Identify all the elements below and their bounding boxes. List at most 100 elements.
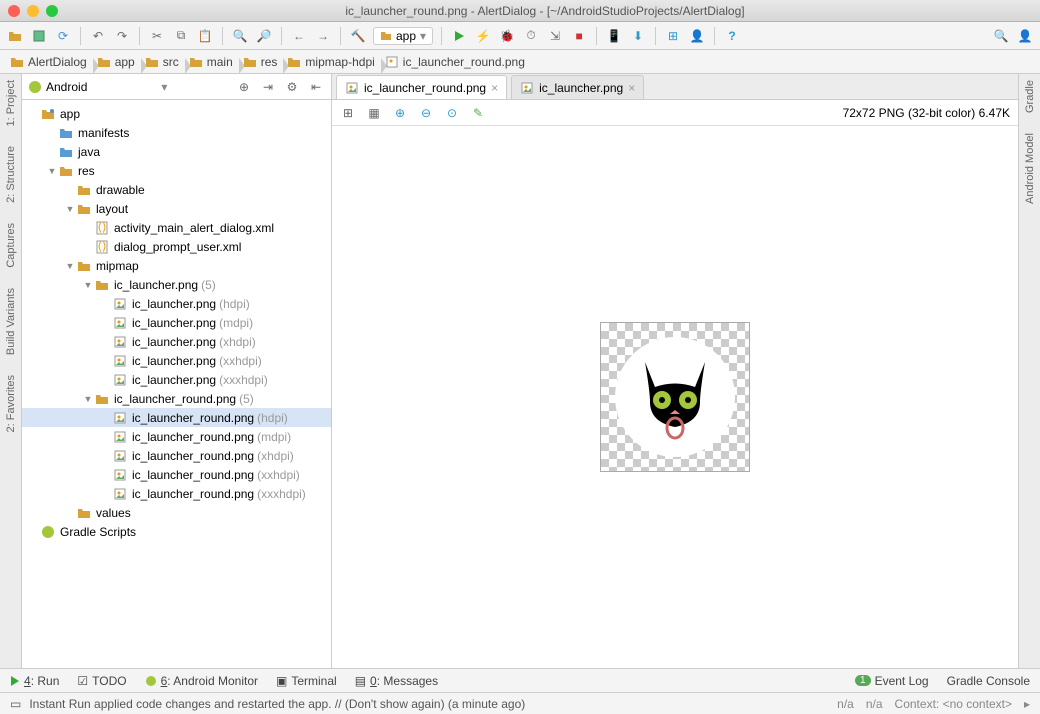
tree-node[interactable]: ▼ic_launcher.png(5) — [22, 275, 331, 294]
image-viewport[interactable] — [332, 126, 1018, 668]
tree-node[interactable]: ⟨⟩dialog_prompt_user.xml — [22, 237, 331, 256]
profile-icon[interactable]: ⏱ — [522, 27, 540, 45]
bottom-tool-item[interactable]: 6: Android Monitor — [145, 674, 258, 688]
make-icon[interactable]: 🔨 — [349, 27, 367, 45]
avd-icon[interactable]: 📱 — [605, 27, 623, 45]
bottom-tool-item[interactable]: ▣Terminal — [276, 674, 337, 688]
tree-node[interactable]: ic_launcher.png(xxxhdpi) — [22, 370, 331, 389]
zoom-window-button[interactable] — [46, 5, 58, 17]
replace-icon[interactable]: 🔎 — [255, 27, 273, 45]
copy-icon[interactable]: ⧉ — [172, 27, 190, 45]
cut-icon[interactable]: ✂ — [148, 27, 166, 45]
tree-twisty-icon[interactable]: ▼ — [46, 166, 58, 176]
status-menu-icon[interactable]: ▸ — [1024, 697, 1030, 711]
tree-twisty-icon[interactable]: ▼ — [64, 261, 76, 271]
undo-icon[interactable]: ↶ — [89, 27, 107, 45]
forward-icon[interactable]: → — [314, 27, 332, 45]
zoom-in-icon[interactable]: ⊕ — [392, 105, 408, 121]
close-window-button[interactable] — [8, 5, 20, 17]
bottom-tool-item[interactable]: ☑TODO — [77, 674, 126, 688]
save-icon[interactable] — [30, 27, 48, 45]
tool-strip-item[interactable]: Gradle — [1024, 80, 1036, 113]
bottom-tool-item[interactable]: 1Event Log — [855, 674, 929, 688]
tree-node[interactable]: java — [22, 142, 331, 161]
search-everywhere-icon[interactable]: 🔍 — [992, 27, 1010, 45]
tree-node[interactable]: ic_launcher.png(xhdpi) — [22, 332, 331, 351]
tree-node[interactable]: ic_launcher_round.png(xxhdpi) — [22, 465, 331, 484]
tree-node[interactable]: ic_launcher_round.png(xhdpi) — [22, 446, 331, 465]
tree-twisty-icon[interactable]: ▼ — [82, 394, 94, 404]
close-tab-icon[interactable]: × — [628, 81, 635, 95]
sdk-icon[interactable]: ⬇ — [629, 27, 647, 45]
breadcrumb-item[interactable]: AlertDialog — [6, 55, 93, 69]
tree-node[interactable]: values — [22, 503, 331, 522]
tree-twisty-icon[interactable]: ▼ — [64, 204, 76, 214]
grid2-icon[interactable]: ▦ — [366, 105, 382, 121]
target-icon[interactable]: ⊕ — [235, 78, 253, 96]
tree-node[interactable]: ic_launcher_round.png(hdpi) — [22, 408, 331, 427]
paste-icon[interactable]: 📋 — [196, 27, 214, 45]
breadcrumb-item[interactable]: mipmap-hdpi — [283, 55, 380, 69]
tree-node[interactable]: drawable — [22, 180, 331, 199]
theme-editor-icon[interactable]: 👤 — [688, 27, 706, 45]
zoom-fit-icon[interactable]: ⊙ — [444, 105, 460, 121]
back-icon[interactable]: ← — [290, 27, 308, 45]
tree-node[interactable]: ic_launcher.png(mdpi) — [22, 313, 331, 332]
editor-tab[interactable]: ic_launcher.png× — [511, 75, 644, 99]
open-icon[interactable] — [6, 27, 24, 45]
tree-node[interactable]: ⟨⟩activity_main_alert_dialog.xml — [22, 218, 331, 237]
breadcrumb-item[interactable]: ic_launcher_round.png — [381, 55, 531, 69]
grid-icon[interactable]: ⊞ — [340, 105, 356, 121]
tree-twisty-icon[interactable]: ▼ — [82, 280, 94, 290]
bottom-tool-item[interactable]: Gradle Console — [947, 674, 1030, 688]
redo-icon[interactable]: ↷ — [113, 27, 131, 45]
run-config-selector[interactable]: app ▾ — [373, 27, 433, 45]
collapse-icon[interactable]: ⇥ — [259, 78, 277, 96]
tree-node[interactable]: ic_launcher.png(xxhdpi) — [22, 351, 331, 370]
bottom-tool-item[interactable]: ▤0: Messages — [355, 674, 438, 688]
tree-node[interactable]: ic_launcher_round.png(mdpi) — [22, 427, 331, 446]
tool-strip-item[interactable]: 1: Project — [5, 80, 17, 126]
status-icon[interactable]: ▭ — [10, 697, 21, 711]
breadcrumb-item[interactable]: main — [185, 55, 239, 69]
hide-icon[interactable]: ⇤ — [307, 78, 325, 96]
stop-icon[interactable]: ■ — [570, 27, 588, 45]
tree-node[interactable]: ▼layout — [22, 199, 331, 218]
tree-node[interactable]: ▼ic_launcher_round.png(5) — [22, 389, 331, 408]
sync-icon[interactable]: ⟳ — [54, 27, 72, 45]
run-icon[interactable] — [450, 27, 468, 45]
attach-icon[interactable]: ⇲ — [546, 27, 564, 45]
layout-inspector-icon[interactable]: ⊞ — [664, 27, 682, 45]
tree-node[interactable]: app — [22, 104, 331, 123]
apply-changes-icon[interactable]: ⚡ — [474, 27, 492, 45]
tool-strip-item[interactable]: Captures — [5, 223, 17, 268]
status-bar: ▭ Instant Run applied code changes and r… — [0, 692, 1040, 714]
editor-tab[interactable]: ic_launcher_round.png× — [336, 75, 507, 99]
breadcrumb-item[interactable]: res — [239, 55, 284, 69]
tree-node[interactable]: ▼mipmap — [22, 256, 331, 275]
bottom-tool-item[interactable]: 4: Run — [10, 674, 59, 688]
user-icon[interactable]: 👤 — [1016, 27, 1034, 45]
tree-node[interactable]: Gradle Scripts — [22, 522, 331, 541]
tool-strip-item[interactable]: 2: Structure — [5, 146, 17, 203]
close-tab-icon[interactable]: × — [491, 81, 498, 95]
tree-node[interactable]: manifests — [22, 123, 331, 142]
tree-node-hint: (mdpi) — [219, 316, 253, 330]
help-icon[interactable]: ? — [723, 27, 741, 45]
tree-node[interactable]: ic_launcher_round.png(xxxhdpi) — [22, 484, 331, 503]
find-icon[interactable]: 🔍 — [231, 27, 249, 45]
eyedropper-icon[interactable]: ✎ — [470, 105, 486, 121]
zoom-out-icon[interactable]: ⊖ — [418, 105, 434, 121]
tool-strip-item[interactable]: Android Model — [1024, 133, 1036, 204]
breadcrumb-item[interactable]: src — [141, 55, 185, 69]
tool-strip-item[interactable]: Build Variants — [5, 288, 17, 355]
project-view-label[interactable]: Android — [46, 80, 87, 94]
breadcrumb-item[interactable]: app — [93, 55, 141, 69]
dropdown-caret-icon[interactable]: ▾ — [161, 80, 167, 94]
gear-icon[interactable]: ⚙ — [283, 78, 301, 96]
minimize-window-button[interactable] — [27, 5, 39, 17]
tree-node[interactable]: ic_launcher.png(hdpi) — [22, 294, 331, 313]
tree-node[interactable]: ▼res — [22, 161, 331, 180]
tool-strip-item[interactable]: 2: Favorites — [5, 375, 17, 432]
debug-icon[interactable]: 🐞 — [498, 27, 516, 45]
